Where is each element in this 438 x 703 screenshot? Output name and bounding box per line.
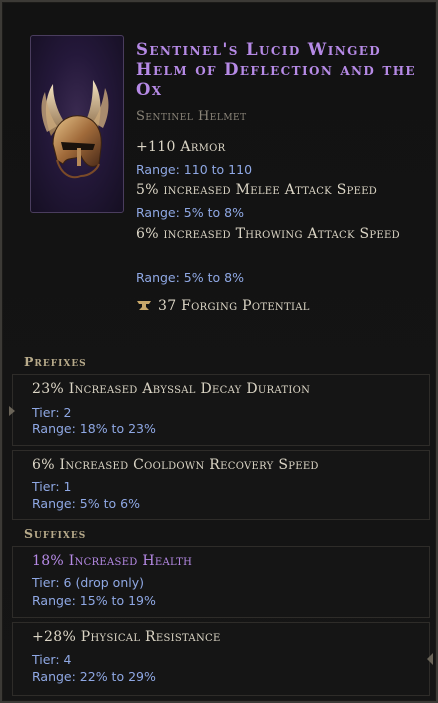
prefix-affix-1[interactable]: 23% Increased Abyssal Decay Duration Tie… xyxy=(9,374,430,446)
affix-name: +28% Physical Resistance xyxy=(32,629,221,645)
item-base-type: Sentinel Helmet xyxy=(136,109,247,124)
item-icon-frame xyxy=(30,35,124,213)
affix-name: 23% Increased Abyssal Decay Duration xyxy=(32,381,311,397)
suffix-affix-1[interactable]: 18% Increased Health Tier: 6 (drop only)… xyxy=(12,546,430,618)
item-name: Sentinel's Lucid Winged Helm of Deflecti… xyxy=(136,40,416,99)
affix-name: 6% Increased Cooldown Recovery Speed xyxy=(32,457,319,473)
affix-range: Range: 5% to 6% xyxy=(32,496,140,511)
forging-potential-text: 37 Forging Potential xyxy=(158,298,310,314)
affix-marker-icon xyxy=(9,406,15,416)
prefix-affix-2[interactable]: 6% Increased Cooldown Recovery Speed Tie… xyxy=(12,450,430,520)
affix-tier: Tier: 1 xyxy=(32,479,72,494)
implicit-throwing-range: Range: 5% to 8% xyxy=(136,270,244,285)
affix-tier: Tier: 2 xyxy=(32,405,72,420)
implicit-melee-range: Range: 5% to 8% xyxy=(136,205,244,220)
affix-marker-icon xyxy=(427,653,433,665)
implicit-armor: +110 Armor xyxy=(136,139,226,155)
affix-tier: Tier: 4 xyxy=(32,652,72,667)
suffix-affix-2[interactable]: +28% Physical Resistance Tier: 4 Range: … xyxy=(12,622,433,696)
winged-helmet-icon xyxy=(41,80,109,179)
anvil-icon xyxy=(137,301,151,310)
suffixes-header: Suffixes xyxy=(24,526,87,541)
affix-range: Range: 18% to 23% xyxy=(32,421,156,436)
affix-tier: Tier: 6 (drop only) xyxy=(32,575,144,590)
affix-range: Range: 15% to 19% xyxy=(32,593,156,608)
implicit-armor-range: Range: 110 to 110 xyxy=(136,162,253,177)
prefixes-header: Prefixes xyxy=(24,354,87,369)
implicit-throwing-speed: 6% increased Throwing Attack Speed xyxy=(136,226,400,242)
item-tooltip: Sentinel's Lucid Winged Helm of Deflecti… xyxy=(0,0,438,703)
implicit-melee-speed: 5% increased Melee Attack Speed xyxy=(136,182,378,198)
affix-range: Range: 22% to 29% xyxy=(32,669,156,684)
affix-name: 18% Increased Health xyxy=(32,553,193,569)
forging-potential: 37 Forging Potential xyxy=(136,298,310,314)
